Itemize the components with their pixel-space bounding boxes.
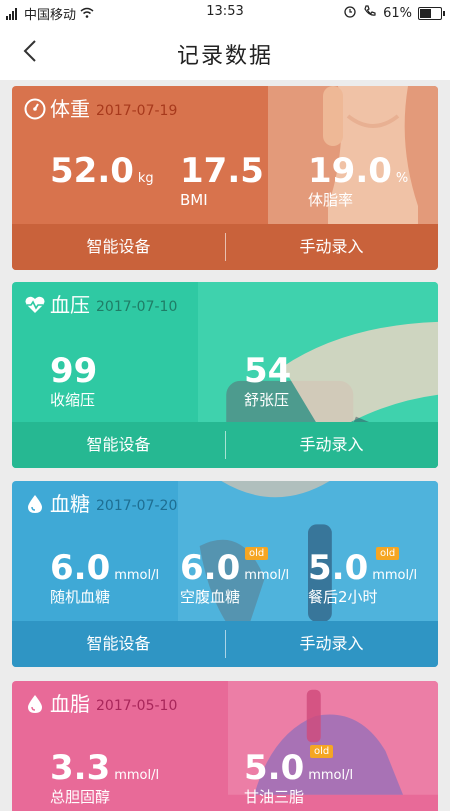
divider: [225, 233, 226, 261]
status-bar: 中国移动 13:53 61%: [0, 0, 450, 24]
drop-icon: [24, 693, 46, 715]
nav-bar: 记录数据: [0, 24, 450, 80]
diastolic-metric: 54 舒张压: [244, 354, 291, 410]
divider: [225, 431, 226, 459]
systolic-label: 收缩压: [50, 391, 96, 409]
card-title-lipid: 血脂: [50, 692, 90, 716]
after-meal-sugar-unit: mmol/l: [372, 568, 418, 583]
speedometer-icon: [24, 98, 46, 120]
triglyceride-value: 5.0: [244, 748, 305, 788]
manual-entry-button[interactable]: 手动录入: [225, 224, 438, 270]
fat-unit: %: [395, 171, 409, 186]
status-right: 61%: [343, 4, 445, 22]
weight-header: 体重 2017-07-19: [24, 98, 177, 120]
weight-unit: kg: [137, 171, 154, 186]
triglyceride-unit: mmol/l: [308, 768, 354, 783]
diastolic-value: 54: [244, 351, 292, 391]
cholesterol-unit: mmol/l: [114, 768, 160, 783]
page-title: 记录数据: [176, 44, 273, 69]
cholesterol-value: 3.3: [50, 748, 111, 788]
cholesterol-label: 总胆固醇: [50, 788, 111, 806]
manual-entry-button[interactable]: 手动录入: [225, 621, 438, 667]
battery-icon: [418, 6, 445, 20]
after-meal-sugar-value: 5.0: [308, 548, 369, 588]
random-sugar-label: 随机血糖: [50, 588, 111, 606]
fasting-sugar-unit: mmol/l: [244, 568, 290, 583]
record-date: 2017-07-20: [96, 498, 178, 514]
alarm-icon: [343, 4, 357, 22]
heart-pulse-icon: [24, 294, 46, 316]
diastolic-label: 舒张压: [244, 391, 290, 409]
smart-device-button[interactable]: 智能设备: [12, 422, 225, 468]
fat-label: 体脂率: [308, 191, 354, 209]
old-badge: old: [376, 547, 400, 560]
pressure-actions: 智能设备 手动录入: [12, 422, 438, 468]
weight-card[interactable]: 体重 2017-07-19 52.0 kg 17.5 BMI 19.0% 体脂率 …: [12, 86, 438, 270]
after-meal-sugar-label: 餐后2小时: [308, 588, 378, 606]
weight-metric: 52.0 kg: [50, 154, 154, 188]
record-date: 2017-07-10: [96, 299, 178, 315]
old-badge: old: [245, 547, 269, 560]
card-title-sugar: 血糖: [50, 492, 90, 516]
lipid-card[interactable]: 血脂 2017-05-10 3.3 mmol/l 总胆固醇 5.0 mmol/l 甘…: [12, 681, 438, 811]
random-sugar-unit: mmol/l: [114, 568, 160, 583]
fat-metric: 19.0% 体脂率: [308, 154, 408, 210]
pressure-header: 血压 2017-07-10: [24, 294, 177, 316]
weight-actions: 智能设备 手动录入: [12, 224, 438, 270]
cholesterol-metric: 3.3 mmol/l 总胆固醇: [50, 751, 159, 807]
random-sugar-value: 6.0: [50, 548, 111, 588]
systolic-metric: 99 收缩压: [50, 354, 97, 410]
bmi-value: 17.5: [180, 151, 264, 191]
divider: [225, 630, 226, 658]
fasting-sugar-value: 6.0: [180, 548, 241, 588]
fasting-sugar-label: 空腹血糖: [180, 588, 241, 606]
systolic-value: 99: [50, 351, 98, 391]
smart-device-button[interactable]: 智能设备: [12, 621, 225, 667]
after-meal-sugar-metric: 5.0 mmol/l 餐后2小时: [308, 551, 417, 607]
sugar-actions: 智能设备 手动录入: [12, 621, 438, 667]
manual-entry-button[interactable]: 手动录入: [225, 422, 438, 468]
weight-value: 52.0: [50, 151, 134, 191]
sugar-header: 血糖 2017-07-20: [24, 493, 177, 515]
triglyceride-label: 甘油三脂: [244, 788, 305, 806]
smart-device-button[interactable]: 智能设备: [12, 224, 225, 270]
call-icon: [363, 4, 377, 22]
drop-icon: [24, 493, 46, 515]
card-title-pressure: 血压: [50, 293, 90, 317]
lipid-header: 血脂 2017-05-10: [24, 693, 177, 715]
pressure-card[interactable]: 血压 2017-07-10 99 收缩压 54 舒张压 智能设备 手动录入: [12, 282, 438, 468]
old-badge: old: [310, 745, 334, 758]
battery-percent: 61%: [383, 5, 412, 21]
record-date: 2017-07-19: [96, 103, 178, 119]
card-title-weight: 体重: [50, 97, 90, 121]
random-sugar-metric: 6.0 mmol/l 随机血糖: [50, 551, 159, 607]
fasting-sugar-metric: 6.0 mmol/l 空腹血糖: [180, 551, 289, 607]
sugar-card[interactable]: 血糖 2017-07-20 6.0 mmol/l 随机血糖 6.0 mmol/l 空…: [12, 481, 438, 667]
bmi-metric: 17.5 BMI: [180, 154, 264, 210]
triglyceride-metric: 5.0 mmol/l 甘油三脂: [244, 751, 353, 807]
record-date: 2017-05-10: [96, 698, 178, 714]
bmi-label: BMI: [180, 191, 208, 209]
fat-value: 19.0: [308, 151, 392, 191]
